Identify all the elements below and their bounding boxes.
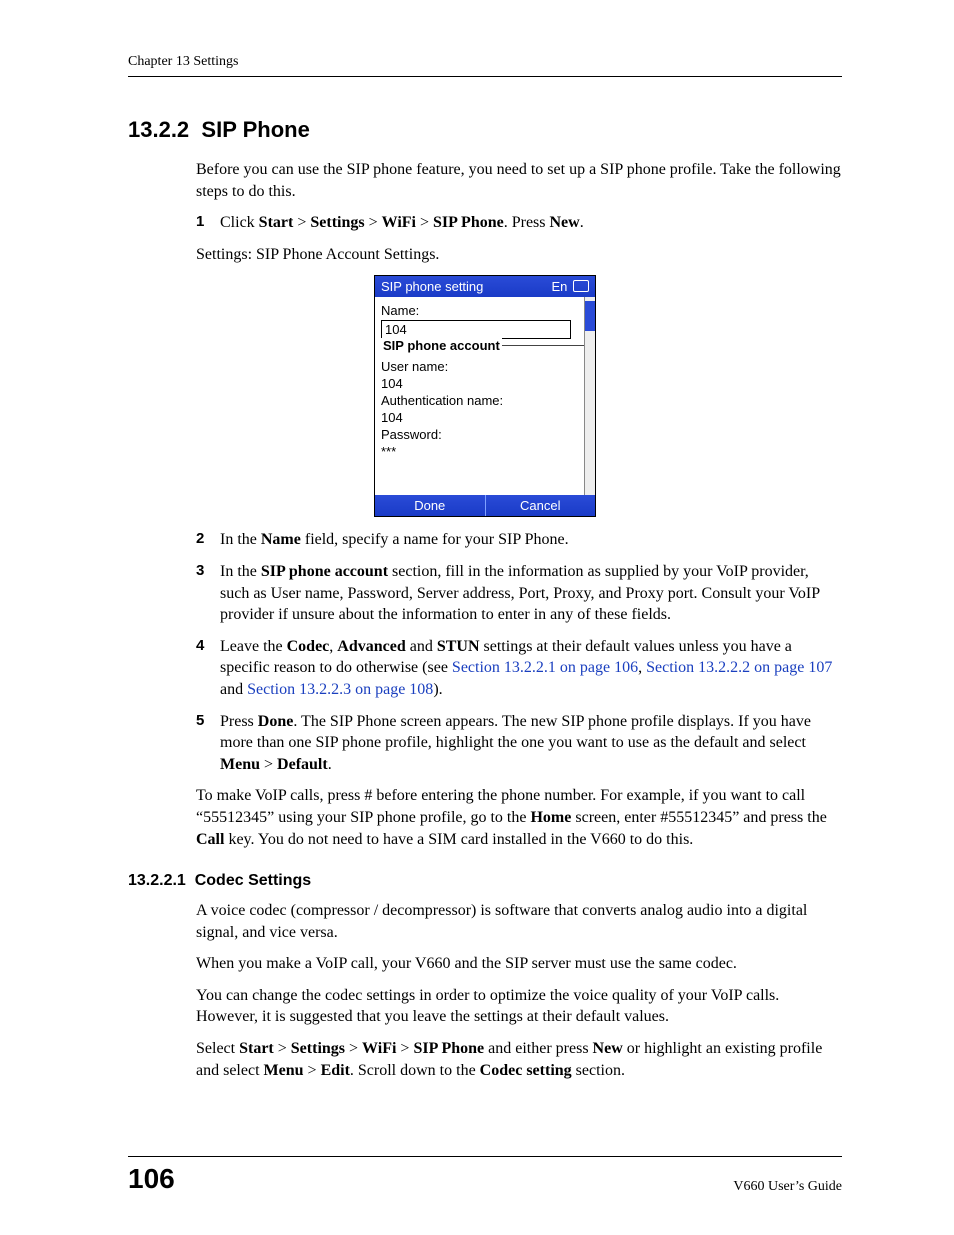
name-label: Name: bbox=[381, 303, 589, 318]
running-header: Chapter 13 Settings bbox=[128, 54, 842, 77]
step-number: 5 bbox=[196, 711, 204, 731]
xref-link[interactable]: Section 13.2.2.3 on page 108 bbox=[247, 681, 433, 698]
codec-p2: When you make a VoIP call, your V660 and… bbox=[196, 953, 842, 975]
authname-label: Authentication name: bbox=[381, 393, 589, 408]
page-number: 106 bbox=[128, 1163, 175, 1195]
phone-titlebar: SIP phone setting En bbox=[375, 276, 595, 297]
account-legend: SIP phone account bbox=[381, 338, 502, 353]
authname-value[interactable]: 104 bbox=[381, 410, 589, 425]
step-number: 3 bbox=[196, 561, 204, 581]
xref-link[interactable]: Section 13.2.2.1 on page 106 bbox=[452, 659, 638, 676]
username-label: User name: bbox=[381, 359, 589, 374]
subsection-title: Codec Settings bbox=[195, 872, 311, 889]
phone-title: SIP phone setting bbox=[381, 279, 483, 294]
guide-name: V660 User’s Guide bbox=[733, 1179, 842, 1195]
scrollbar[interactable] bbox=[584, 297, 595, 495]
step-number: 1 bbox=[196, 212, 204, 232]
step-2: 2 In the Name field, specify a name for … bbox=[196, 529, 842, 551]
intro-paragraph: Before you can use the SIP phone feature… bbox=[196, 159, 842, 202]
username-value[interactable]: 104 bbox=[381, 376, 589, 391]
section-heading: 13.2.2 SIP Phone bbox=[128, 117, 842, 143]
xref-link[interactable]: Section 13.2.2.2 on page 107 bbox=[646, 659, 832, 676]
step-3: 3 In the SIP phone account section, fill… bbox=[196, 561, 842, 626]
step-1: 1 Click Start > Settings > WiFi > SIP Ph… bbox=[196, 212, 842, 234]
softkey-done[interactable]: Done bbox=[375, 495, 485, 516]
phone-lang-indicator: En bbox=[551, 279, 589, 294]
codec-p4: Select Start > Settings > WiFi > SIP Pho… bbox=[196, 1038, 842, 1081]
figure-caption: Settings: SIP Phone Account Settings. bbox=[128, 244, 842, 266]
codec-p3: You can change the codec settings in ord… bbox=[196, 985, 842, 1028]
step-number: 2 bbox=[196, 529, 204, 549]
section-title: SIP Phone bbox=[201, 117, 309, 142]
password-value[interactable]: *** bbox=[381, 444, 589, 459]
keyboard-icon bbox=[573, 280, 589, 292]
name-input[interactable]: 104 bbox=[381, 320, 571, 339]
step-number: 4 bbox=[196, 636, 204, 656]
step-4: 4 Leave the Codec, Advanced and STUN set… bbox=[196, 636, 842, 701]
subsection-heading: 13.2.2.1 Codec Settings bbox=[128, 872, 842, 890]
softkey-cancel[interactable]: Cancel bbox=[486, 495, 596, 516]
phone-screenshot: SIP phone setting En Name: 104 SIP phone… bbox=[374, 275, 596, 517]
password-label: Password: bbox=[381, 427, 589, 442]
closing-paragraph: To make VoIP calls, press # before enter… bbox=[196, 785, 842, 850]
figure: SIP phone setting En Name: 104 SIP phone… bbox=[128, 275, 842, 517]
page-footer: 106 V660 User’s Guide bbox=[128, 1156, 842, 1195]
codec-p1: A voice codec (compressor / decompressor… bbox=[196, 900, 842, 943]
subsection-number: 13.2.2.1 bbox=[128, 872, 186, 889]
section-number: 13.2.2 bbox=[128, 117, 189, 142]
step-5: 5 Press Done. The SIP Phone screen appea… bbox=[196, 711, 842, 776]
